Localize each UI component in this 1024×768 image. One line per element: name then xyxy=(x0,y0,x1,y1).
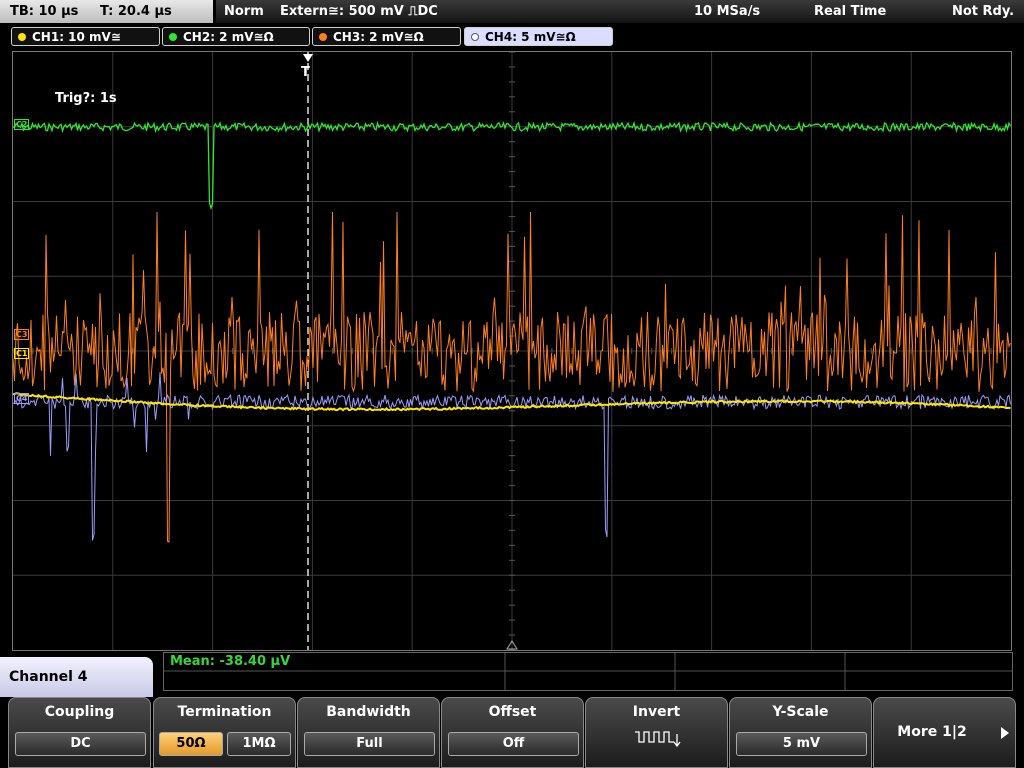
termination-softkey[interactable]: Termination 50Ω 1MΩ xyxy=(153,697,296,768)
ch3-label: CH3: 2 mV≅Ω xyxy=(333,30,424,44)
tab-ch2[interactable]: CH2: 2 mV≅Ω xyxy=(162,27,310,46)
ch3-color-dot xyxy=(319,33,327,41)
ch3-offset-marker[interactable]: C3 xyxy=(14,329,30,340)
ch2-label: CH2: 2 mV≅Ω xyxy=(183,30,274,44)
offset-title: Offset xyxy=(488,704,537,720)
trigger-arrow-icon xyxy=(303,54,313,62)
trigger-time-readout: T: 20.4 µs xyxy=(100,4,172,19)
ch2-color-dot xyxy=(169,33,177,41)
ch4-label: CH4: 5 mV≅Ω xyxy=(485,30,576,44)
coupling-title: Coupling xyxy=(44,704,115,720)
yscale-value[interactable]: 5 mV xyxy=(736,732,867,756)
sample-rate: 10 MSa/s xyxy=(694,4,761,19)
ch4-offset-marker[interactable]: C4 xyxy=(14,393,30,404)
mean-measurement: Mean: -38.40 µV xyxy=(170,654,291,669)
invert-softkey[interactable]: Invert xyxy=(585,697,728,768)
yscale-title: Y-Scale xyxy=(772,704,829,720)
tab-ch3[interactable]: CH3: 2 mV≅Ω xyxy=(312,27,461,46)
bandwidth-title: Bandwidth xyxy=(326,704,411,720)
acquisition-panel: Norm Extern≅: 500 mV ⎍DC 10 MSa/s Real T… xyxy=(216,0,1024,23)
timebase-panel[interactable]: TB: 10 µs T: 20.4 µs xyxy=(0,0,213,23)
more-label: More 1|2 xyxy=(897,724,967,740)
ch1-label: CH1: 10 mV≅ xyxy=(32,30,121,44)
status-bar: TB: 10 µs T: 20.4 µs Norm Extern≅: 500 m… xyxy=(0,0,1024,24)
ch1-color-dot xyxy=(18,33,26,41)
bandwidth-softkey[interactable]: Bandwidth Full xyxy=(297,697,440,768)
offset-softkey[interactable]: Offset Off xyxy=(441,697,584,768)
termination-title: Termination xyxy=(177,704,272,720)
play-arrow-icon xyxy=(1001,727,1009,739)
termination-1mohm-option[interactable]: 1MΩ xyxy=(227,732,291,756)
more-softkey[interactable]: More 1|2 xyxy=(873,697,1016,768)
yscale-softkey[interactable]: Y-Scale 5 mV xyxy=(729,697,872,768)
coupling-softkey[interactable]: Coupling DC xyxy=(8,697,151,768)
bandwidth-value[interactable]: Full xyxy=(304,732,435,756)
menu-title: Channel 4 xyxy=(0,657,153,697)
trigger-position-marker[interactable]: T xyxy=(301,65,310,80)
inverted-square-wave-icon xyxy=(635,731,681,748)
ch4-color-dot xyxy=(471,33,479,41)
ch1-offset-marker[interactable]: C1 xyxy=(14,348,30,359)
tab-ch1[interactable]: CH1: 10 mV≅ xyxy=(11,27,160,46)
timebase-readout: TB: 10 µs xyxy=(10,4,79,19)
waveform-display[interactable]: Trig?: 1s T C2 C3 C1 C4 xyxy=(12,51,1012,651)
invert-title: Invert xyxy=(632,704,681,720)
ready-status: Not Rdy. xyxy=(952,4,1015,19)
acquisition-mode: Real Time xyxy=(814,4,887,19)
ch2-offset-marker[interactable]: C2 xyxy=(14,119,30,130)
trigger-mode[interactable]: Norm xyxy=(224,0,264,23)
measurement-bar xyxy=(163,652,1013,691)
trigger-source[interactable]: Extern≅: 500 mV ⎍DC xyxy=(280,0,438,23)
offset-value[interactable]: Off xyxy=(448,732,579,756)
termination-50ohm-option[interactable]: 50Ω xyxy=(159,732,223,756)
trigger-wait-label: Trig?: 1s xyxy=(55,91,117,106)
coupling-value[interactable]: DC xyxy=(15,732,146,756)
waveform-canvas xyxy=(13,52,1011,650)
tab-ch4[interactable]: CH4: 5 mV≅Ω xyxy=(464,27,613,46)
